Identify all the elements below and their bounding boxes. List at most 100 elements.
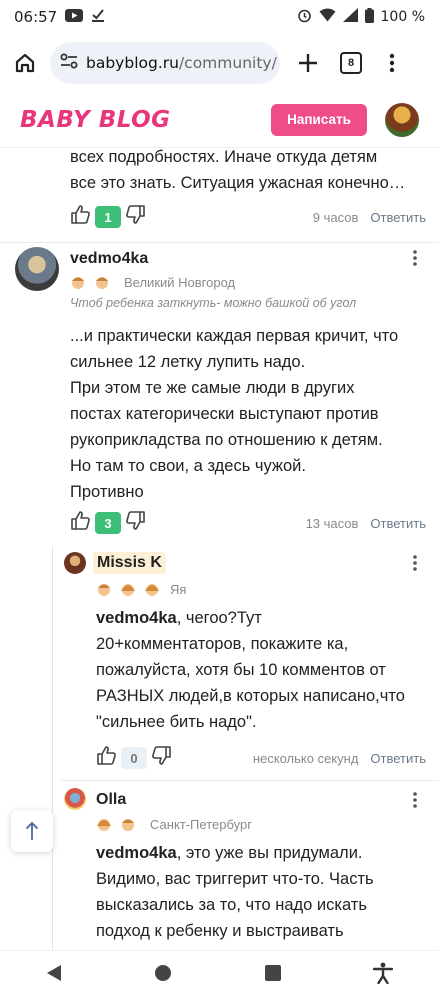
home-nav-button[interactable] — [154, 964, 172, 987]
like-icon[interactable] — [96, 745, 117, 771]
like-icon[interactable] — [70, 510, 91, 536]
divider — [60, 780, 439, 781]
like-icon[interactable] — [70, 204, 91, 230]
new-tab-button[interactable] — [280, 53, 336, 73]
comment-time: 13 часов — [305, 515, 359, 531]
child-badge-icon — [120, 581, 136, 597]
browser-menu-button[interactable] — [362, 53, 422, 73]
user-avatar[interactable] — [385, 102, 419, 137]
reply-link[interactable]: Ответить — [370, 516, 426, 531]
scroll-to-top-button[interactable] — [11, 810, 53, 852]
child-badge-icon — [70, 274, 86, 290]
comment-text: vedmo4ka, это уже вы придумали. Видимо, … — [96, 840, 434, 944]
comment-time: несколько секунд — [252, 750, 359, 766]
comment-line: высказались за то, что надо искать — [96, 896, 367, 914]
dislike-icon[interactable] — [125, 204, 146, 230]
comment-text: всех подробностях. Иначе откуда детям вс… — [70, 148, 430, 196]
site-logo[interactable]: BABY BLOG — [20, 107, 171, 133]
comment-text-first: , это уже вы придумали. — [176, 844, 363, 862]
comment-line: постах категорически выступают против — [70, 405, 379, 423]
author-meta: Санкт-Петербург — [96, 816, 252, 832]
accessibility-icon — [372, 962, 394, 985]
comment-text: vedmo4ka, чегоо?Тут 20+комментаторов, по… — [96, 605, 434, 735]
self-label: Яя — [170, 581, 187, 597]
accessibility-button[interactable] — [372, 962, 394, 989]
comments-feed: всех подробностях. Иначе откуда детям вс… — [0, 148, 439, 950]
comment-line: ...и практически каждая первая кричит, ч… — [70, 327, 399, 345]
comment-menu-button[interactable] — [413, 792, 417, 813]
arrow-up-icon — [25, 821, 39, 840]
dislike-icon[interactable] — [125, 510, 146, 536]
signal-icon — [342, 8, 358, 26]
mention-link[interactable]: vedmo4ka — [96, 609, 177, 627]
home-circle-icon — [155, 965, 172, 981]
comment-line: При этом те же самые люди в других — [70, 379, 355, 397]
recents-square-icon — [264, 965, 281, 981]
reply-link[interactable]: Ответить — [370, 751, 426, 766]
author-name[interactable]: vedmo4ka — [70, 250, 148, 268]
like-count: 0 — [121, 747, 147, 769]
comment-line: vedmo4ka, это уже вы придумали. — [96, 840, 434, 866]
author-avatar[interactable] — [64, 788, 86, 810]
address-bar[interactable]: babyblog.ru/community/ — [50, 42, 280, 84]
url-path: /community/ — [178, 54, 277, 72]
comment-actions: 0 несколько секунд Ответить — [96, 745, 426, 771]
reply-link[interactable]: Ответить — [370, 210, 426, 225]
youtube-icon — [65, 8, 84, 26]
battery-icon — [364, 7, 374, 27]
like-count: 1 — [95, 206, 121, 228]
system-nav-bar — [0, 950, 439, 1000]
comment-line: всех подробностях. Иначе откуда детям — [70, 148, 378, 166]
comment-line: все это знать. Ситуация ужасная конечно… — [70, 174, 406, 192]
more-vert-icon — [413, 792, 417, 808]
author-name[interactable]: Olla — [96, 791, 126, 809]
comment-line: Но там то свои, а здесь чужой. — [70, 457, 306, 475]
plus-icon — [299, 54, 317, 72]
mention-link[interactable]: vedmo4ka — [96, 844, 177, 862]
author-location: Санкт-Петербург — [150, 816, 252, 832]
thread-line — [52, 546, 53, 950]
comment-line: Противно — [70, 483, 144, 501]
child-badge-icon — [144, 581, 160, 597]
author-meta: Великий Новгород — [70, 274, 235, 290]
comment-menu-button[interactable] — [413, 250, 417, 271]
author-avatar[interactable] — [15, 247, 59, 291]
wifi-icon — [319, 8, 336, 26]
child-badge-icon — [94, 274, 110, 290]
status-time: 06:57 — [14, 8, 58, 26]
comment-actions: 1 9 часов Ответить — [70, 204, 426, 230]
home-button[interactable] — [0, 52, 50, 74]
site-settings-icon[interactable] — [60, 53, 78, 74]
comment-line: РАЗНЫХ людей,в которых написано,что — [96, 687, 405, 705]
back-nav-button[interactable] — [46, 964, 62, 987]
author-avatar[interactable] — [64, 552, 86, 574]
comment-line: Видимо, вас триггерит что-то. Часть — [96, 870, 374, 888]
comment-line: рукоприкладства по отношению к детям. — [70, 431, 383, 449]
comment-line: подход к ребенку и выстраивать — [96, 922, 344, 940]
author-status: Чтоб ребенка заткнуть- можно башкой об у… — [70, 296, 357, 310]
home-icon — [15, 53, 35, 73]
dislike-icon[interactable] — [151, 745, 172, 771]
more-vert-icon — [413, 250, 417, 266]
author-name[interactable]: Missis K — [93, 552, 166, 574]
battery-percent: 100 % — [380, 9, 425, 25]
comment-text: ...и практически каждая первая кричит, ч… — [70, 323, 435, 505]
comment-line: "сильнее бить надо". — [96, 713, 257, 731]
recents-nav-button[interactable] — [264, 965, 281, 986]
comment-menu-button[interactable] — [413, 555, 417, 576]
site-header: BABY BLOG Написать — [0, 92, 439, 148]
write-button[interactable]: Написать — [271, 103, 367, 136]
divider — [0, 242, 439, 243]
author-meta: Яя — [96, 581, 186, 597]
child-badge-icon — [96, 816, 112, 832]
comment-line: 20+комментаторов, покажите ка, — [96, 635, 349, 653]
back-triangle-icon — [47, 965, 62, 981]
url-host: babyblog.ru — [86, 54, 179, 72]
comment-actions: 3 13 часов Ответить — [70, 510, 426, 536]
comment-line: vedmo4ka, чегоо?Тут — [96, 605, 434, 631]
comment-line: сильнее 12 летку лупить надо. — [70, 353, 306, 371]
comment-time: 9 часов — [312, 209, 359, 225]
tab-switcher-button[interactable]: 8 — [340, 52, 362, 74]
comment-text-first: , чегоо?Тут — [176, 609, 262, 627]
child-badge-icon — [96, 581, 112, 597]
